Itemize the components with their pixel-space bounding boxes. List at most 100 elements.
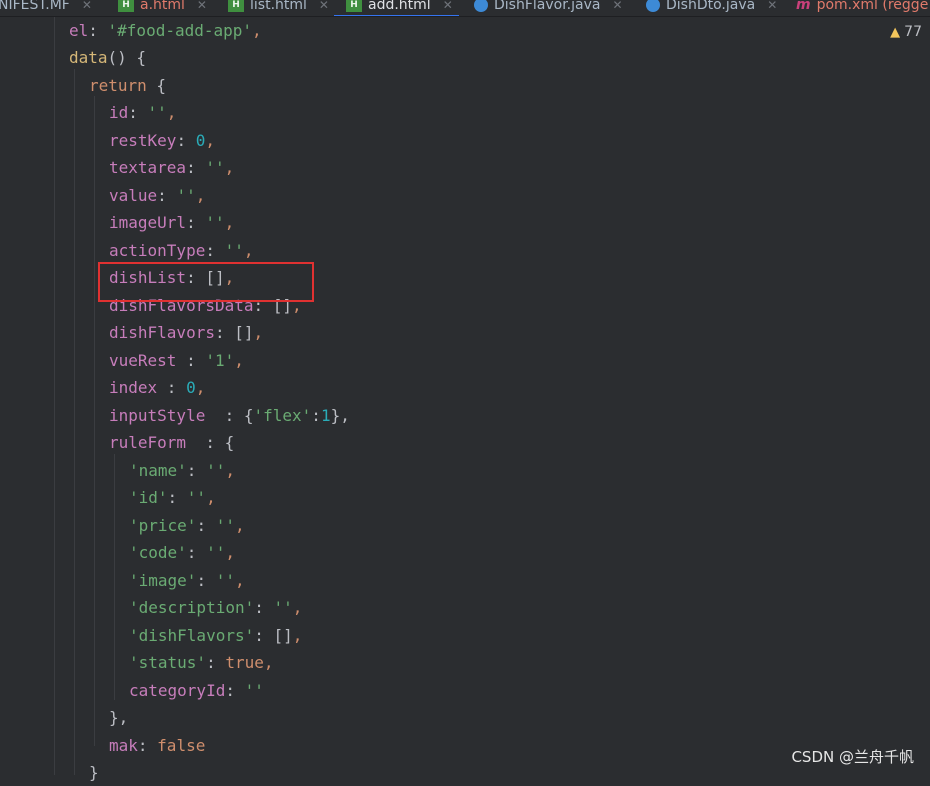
html-file-icon: H: [228, 0, 244, 12]
code-line-27[interactable]: mak: false: [109, 732, 205, 759]
code-key: value: [109, 186, 158, 205]
code-line-17[interactable]: 'name': '',: [129, 457, 235, 484]
code-value: '': [224, 241, 244, 260]
code-tail: ,: [225, 461, 235, 480]
tab-label: add.html: [368, 0, 431, 13]
code-value: '': [273, 598, 293, 617]
code-sep: :: [254, 626, 274, 645]
code-key: imageUrl: [109, 213, 187, 232]
close-icon[interactable]: ✕: [443, 0, 453, 12]
tab-label: pom.xml (regge: [816, 0, 929, 13]
indent-guide: [74, 69, 75, 775]
code-line-3[interactable]: return {: [89, 72, 166, 99]
code-line-28[interactable]: }: [89, 759, 99, 786]
code-sep: :: [176, 131, 196, 150]
code-line-5[interactable]: restKey: 0,: [109, 127, 215, 154]
indent-guide: [94, 96, 95, 746]
close-icon[interactable]: ✕: [319, 0, 329, 12]
code-tail: ,: [253, 323, 264, 342]
code-sep: :: [196, 571, 216, 590]
code-sep: :: [196, 516, 216, 535]
code-line-20[interactable]: 'code': '',: [129, 539, 235, 566]
tab-a-html[interactable]: H a.html ✕: [118, 0, 207, 16]
code-line-13[interactable]: vueRest : '1',: [109, 347, 244, 374]
tab-pom-xml[interactable]: m pom.xml (regge: [796, 0, 928, 16]
code-key: 'id': [129, 488, 168, 507]
close-icon[interactable]: ✕: [767, 0, 777, 12]
code-key: 'dishFlavors': [129, 626, 255, 645]
code-line-4[interactable]: id: '',: [109, 99, 176, 126]
code-line-6[interactable]: textarea: '',: [109, 154, 234, 181]
tab-dishdto-java[interactable]: DishDto.java ✕: [646, 0, 777, 16]
close-icon[interactable]: ✕: [82, 0, 92, 12]
code-sep: :: [186, 213, 206, 232]
code-key: 'price': [129, 516, 197, 535]
code-value: '#food-add-app': [107, 21, 253, 40]
editor-tab-bar: NIFEST.MF ✕ H a.html ✕ H list.html ✕ H a…: [0, 0, 930, 17]
code-tail: ,: [263, 653, 274, 672]
code-keyword: return: [89, 76, 147, 95]
code-key: 'name': [129, 461, 187, 480]
code-value: '1': [205, 351, 235, 370]
code-line-22[interactable]: 'description': '',: [129, 594, 302, 621]
code-key: mak: [109, 736, 138, 755]
code-text: },: [109, 708, 129, 727]
code-tail: ,: [252, 21, 262, 40]
code-sep: :: [206, 653, 226, 672]
code-tail: ,: [195, 186, 206, 205]
close-icon[interactable]: ✕: [197, 0, 207, 12]
code-value: '': [186, 488, 207, 507]
code-line-14[interactable]: index : 0,: [109, 374, 205, 401]
code-line-26[interactable]: },: [109, 704, 128, 731]
code-line-16[interactable]: ruleForm : {: [109, 429, 234, 456]
code-key: 'status': [129, 653, 207, 672]
code-value: '': [176, 186, 196, 205]
code-line-25[interactable]: categoryId: '': [129, 677, 264, 704]
code-key: actionType: [109, 241, 206, 260]
code-line-23[interactable]: 'dishFlavors': [],: [129, 622, 302, 649]
code-value: 0: [195, 131, 206, 150]
code-line-2[interactable]: data() {: [69, 44, 146, 71]
code-line-15[interactable]: inputStyle : {'flex':1},: [109, 402, 350, 429]
tab-dishflavor-java[interactable]: DishFlavor.java ✕: [474, 0, 623, 16]
code-key: categoryId: [129, 681, 226, 700]
tab-list-html[interactable]: H list.html ✕: [228, 0, 329, 16]
code-line-8[interactable]: imageUrl: '',: [109, 209, 234, 236]
code-sep: :: [186, 543, 207, 562]
code-line-21[interactable]: 'image': '',: [129, 567, 245, 594]
warning-count: 77: [904, 24, 922, 40]
code-line-9[interactable]: actionType: '',: [109, 237, 254, 264]
code-text: }: [89, 763, 99, 782]
code-value: []: [234, 323, 254, 342]
tab-manifest[interactable]: NIFEST.MF ✕: [0, 0, 92, 16]
close-icon[interactable]: ✕: [612, 0, 622, 12]
code-sep: :: [225, 681, 245, 700]
code-value: '': [244, 681, 264, 700]
code-sep: :: [186, 158, 206, 177]
tab-label: NIFEST.MF: [0, 0, 70, 13]
code-inner-key: 'flex': [253, 406, 312, 425]
code-tail: ,: [206, 488, 216, 507]
code-line-12[interactable]: dishFlavors: [],: [109, 319, 263, 346]
code-tail: ,: [205, 131, 215, 150]
code-line-18[interactable]: 'id': '',: [129, 484, 216, 511]
code-key: vueRest: [109, 351, 177, 370]
code-line-1[interactable]: el: '#food-add-app',: [69, 17, 262, 44]
indent-guide: [114, 454, 115, 700]
code-sep: :: [128, 103, 148, 122]
code-tail: ,: [166, 103, 177, 122]
code-tail: ,: [234, 571, 245, 590]
code-line-24[interactable]: 'status': true,: [129, 649, 274, 676]
code-line-19[interactable]: 'price': '',: [129, 512, 245, 539]
code-rest: () {: [107, 48, 147, 67]
code-value: []: [273, 626, 293, 645]
code-sep: :: [214, 323, 235, 342]
code-key: index: [109, 378, 158, 397]
java-class-icon: [646, 0, 660, 12]
warning-triangle-icon: ▲: [890, 24, 901, 40]
code-key: 'description': [129, 598, 255, 617]
inspection-warnings[interactable]: ▲ 77: [890, 24, 922, 40]
tab-add-html[interactable]: H add.html ✕: [334, 0, 459, 16]
code-line-7[interactable]: value: '',: [109, 182, 205, 209]
code-sep: :: [157, 378, 187, 397]
